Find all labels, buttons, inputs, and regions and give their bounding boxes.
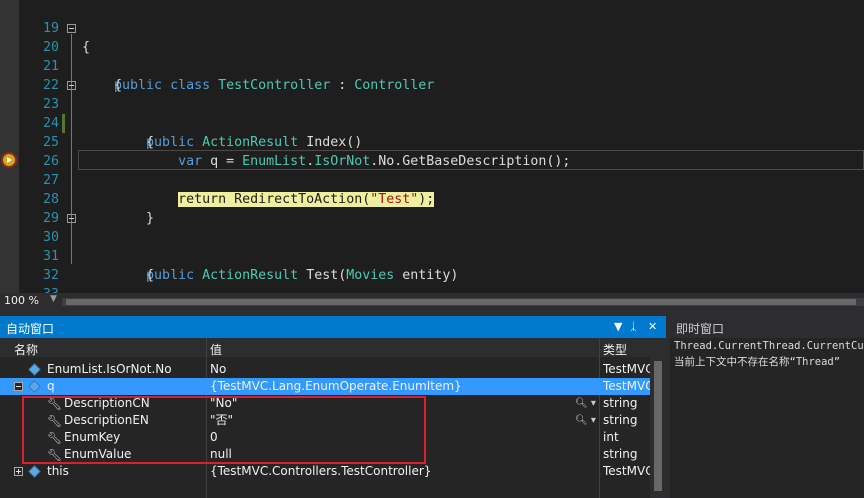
variable-name: EnumList.IsOrNot.No xyxy=(47,362,172,376)
vertical-scrollbar[interactable] xyxy=(650,357,666,498)
variable-name: this xyxy=(47,464,69,478)
code-line[interactable]: 25 var q = EnumList.IsOrNot.No.GetBaseDe… xyxy=(0,114,864,169)
variable-type: int xyxy=(603,430,619,444)
annotation-highlight-box xyxy=(22,396,426,464)
code-line[interactable]: 34 return View(); xyxy=(0,285,864,293)
variable-type: TestMVC xyxy=(603,464,650,478)
immediate-title: 即时窗口 xyxy=(676,322,725,336)
zoom-dropdown-icon[interactable]: ▼ xyxy=(50,294,57,304)
code-editor[interactable]: 19 { 20 public class TestController : Co… xyxy=(0,0,864,293)
scrollbar-thumb[interactable] xyxy=(654,361,662,491)
code-line[interactable]: 30 public ActionResult Test(Movies entit… xyxy=(0,209,864,283)
horizontal-scrollbar[interactable] xyxy=(62,298,864,306)
code-line[interactable]: 20 public class TestController : Control… xyxy=(0,19,864,93)
variable-value[interactable]: No xyxy=(210,361,226,378)
immediate-output-line: Thread.CurrentThread.CurrentCult xyxy=(674,340,864,352)
autos-title-bar[interactable]: 自动窗口 ▼ ᛣ ✕ xyxy=(0,316,666,338)
local-variable-icon xyxy=(28,465,41,478)
code-line[interactable]: 29 xyxy=(0,190,864,226)
collapse-icon[interactable] xyxy=(67,24,76,33)
window-position-icon[interactable]: ▼ xyxy=(614,319,622,335)
autos-column-header: 名称 值 类型 xyxy=(0,338,666,357)
code-line[interactable]: 22 xyxy=(0,57,864,93)
code-line-current[interactable]: 27 return RedirectToAction("Test"); xyxy=(0,152,864,207)
code-line[interactable]: 31 { xyxy=(0,228,864,283)
variable-value[interactable]: {TestMVC.Controllers.TestController} xyxy=(210,463,431,480)
expand-icon[interactable] xyxy=(14,467,23,476)
variable-type: TestMVC xyxy=(603,379,650,393)
variable-type: string xyxy=(603,396,638,410)
column-header-value[interactable]: 值 xyxy=(210,341,222,358)
immediate-window[interactable]: 即时窗口 Thread.CurrentThread.CurrentCult 当前… xyxy=(666,316,864,498)
column-header-name[interactable]: 名称 xyxy=(14,341,38,358)
immediate-output-line: 当前上下文中不存在名称“Thread” xyxy=(674,356,841,368)
zoom-level[interactable]: 100 % xyxy=(4,294,39,307)
variable-type: string xyxy=(603,447,638,461)
scrollbar-thumb[interactable] xyxy=(66,299,856,305)
collapse-icon[interactable] xyxy=(67,214,76,223)
code-line[interactable]: 26 xyxy=(0,133,864,169)
code-line[interactable]: 28 } xyxy=(0,171,864,226)
autos-title: 自动窗口 xyxy=(6,322,55,336)
autos-row[interactable]: EnumList.IsOrNot.No No TestMVC xyxy=(0,361,650,378)
code-line[interactable]: 33 xyxy=(0,266,864,293)
text-visualizer-icon[interactable]: 🔍︎ ▾ xyxy=(575,395,596,412)
code-line[interactable]: 19 { xyxy=(0,0,864,55)
variable-name: q xyxy=(47,379,55,393)
immediate-title-bar[interactable]: 即时窗口 xyxy=(670,316,864,338)
local-variable-icon xyxy=(28,380,41,393)
variable-type: TestMVC xyxy=(603,362,650,376)
collapse-icon[interactable] xyxy=(14,382,23,391)
text-visualizer-icon[interactable]: 🔍︎ ▾ xyxy=(575,412,596,429)
code-line[interactable]: 21 { xyxy=(0,38,864,93)
code-line[interactable]: 23 public ActionResult Index() xyxy=(0,76,864,150)
pin-icon[interactable]: ᛣ xyxy=(630,319,637,335)
code-line[interactable]: 32 xyxy=(0,247,864,283)
code-line[interactable]: 24 { xyxy=(0,95,864,150)
variable-type: string xyxy=(603,413,638,427)
column-header-type[interactable]: 类型 xyxy=(603,341,627,358)
close-icon[interactable]: ✕ xyxy=(648,319,657,335)
collapse-icon[interactable] xyxy=(67,81,76,90)
autos-row[interactable]: this {TestMVC.Controllers.TestController… xyxy=(0,463,650,480)
variable-value[interactable]: {TestMVC.Lang.EnumOperate.EnumItem} xyxy=(210,378,462,395)
autos-row-selected[interactable]: q {TestMVC.Lang.EnumOperate.EnumItem} Te… xyxy=(0,378,650,395)
field-icon xyxy=(28,363,41,376)
